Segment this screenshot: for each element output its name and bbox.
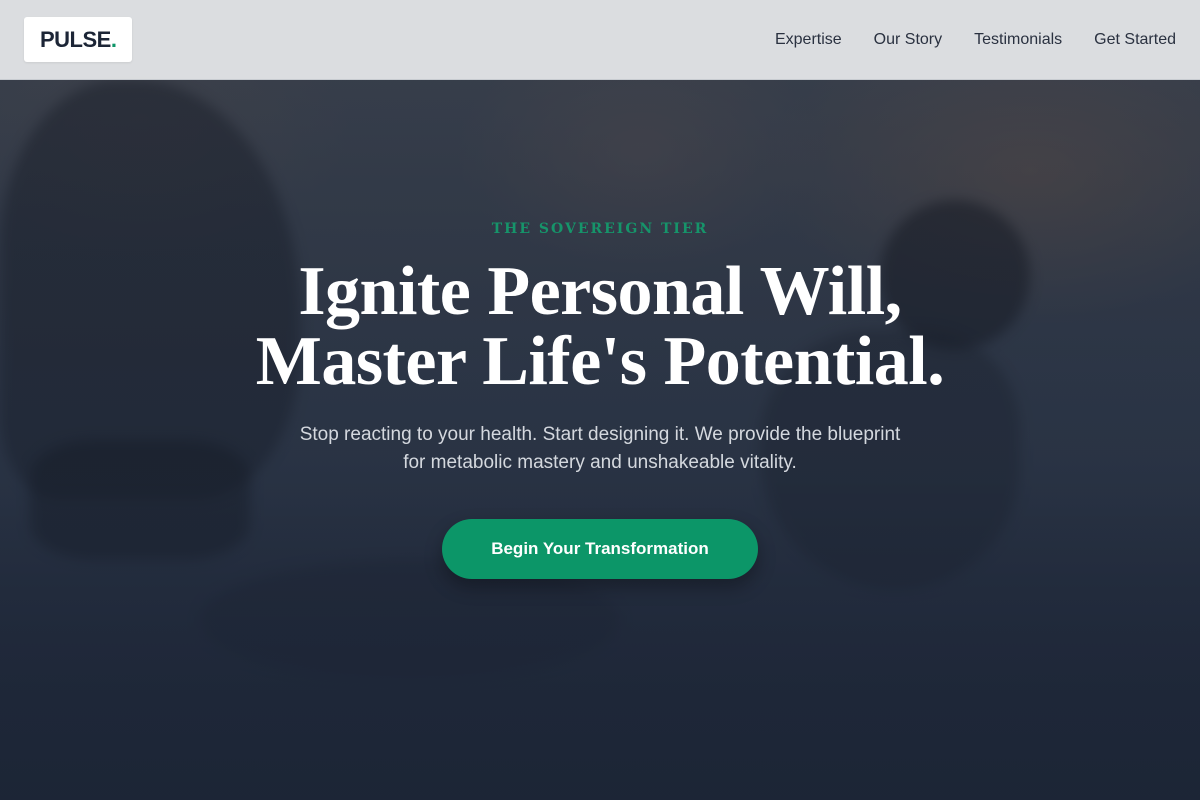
hero-headline-line-2: Master Life's Potential. (255, 323, 945, 400)
nav-link-get-started[interactable]: Get Started (1094, 31, 1176, 49)
hero-headline: Ignite Personal Will, Master Life's Pote… (255, 253, 945, 400)
main-nav: Expertise Our Story Testimonials Get Sta… (775, 31, 1176, 49)
nav-link-testimonials[interactable]: Testimonials (974, 31, 1062, 49)
hero-subtext: Stop reacting to your health. Start desi… (299, 424, 901, 473)
begin-transformation-button[interactable]: Begin Your Transformation (442, 519, 758, 579)
brand-logo[interactable]: PULSE. (24, 17, 133, 62)
landing-page: PULSE. Expertise Our Story Testimonials … (0, 0, 1200, 800)
brand-name: PULSE (40, 26, 111, 52)
brand-dot: . (110, 26, 117, 52)
nav-link-expertise[interactable]: Expertise (775, 31, 842, 49)
nav-link-our-story[interactable]: Our Story (874, 31, 942, 49)
hero-section: THE SOVEREIGN TIER Ignite Personal Will,… (0, 80, 1200, 800)
top-navbar: PULSE. Expertise Our Story Testimonials … (0, 0, 1200, 80)
hero-eyebrow: THE SOVEREIGN TIER (491, 221, 709, 237)
hero-headline-line-1: Ignite Personal Will, (298, 253, 902, 330)
